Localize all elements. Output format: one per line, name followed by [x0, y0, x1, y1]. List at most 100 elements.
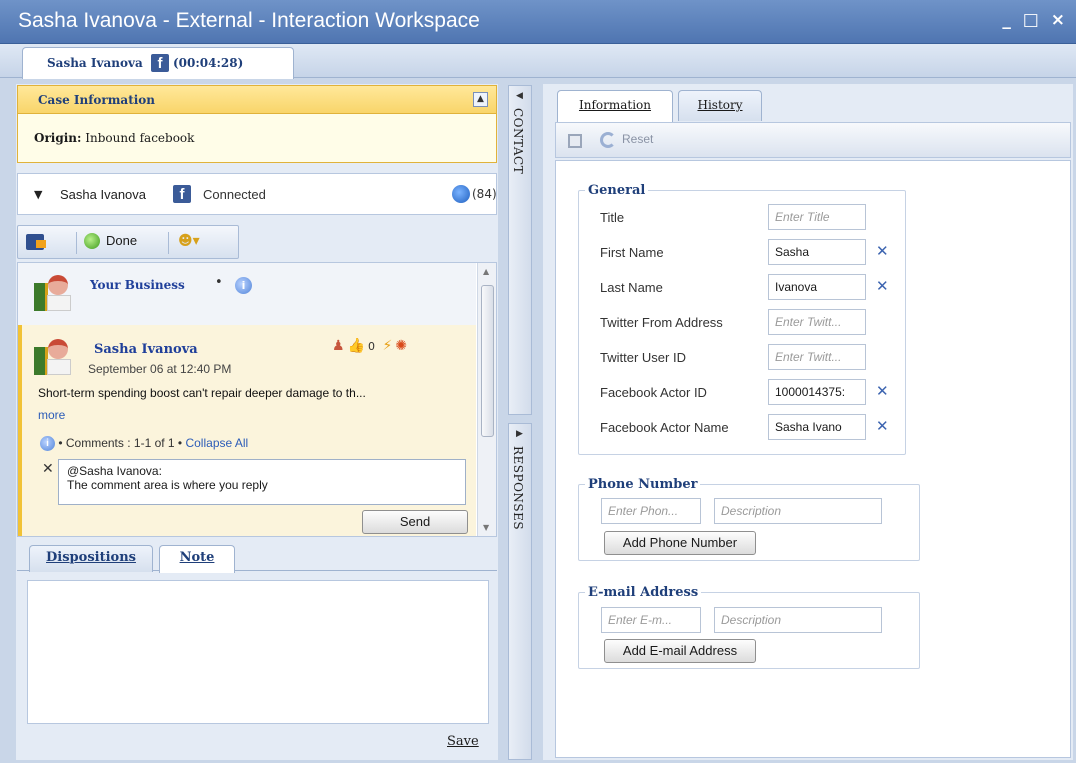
tab-history-label: History	[697, 98, 743, 112]
tab-information[interactable]: Information	[557, 90, 673, 122]
clear-icon[interactable]: ✕	[876, 417, 889, 435]
more-link[interactable]: more	[38, 408, 65, 422]
field-input[interactable]: Ivanova	[768, 274, 866, 300]
general-legend: General	[588, 183, 646, 198]
collapse-up-icon[interactable]: ▲	[473, 92, 488, 107]
responses-rail-label: RESPONSES	[511, 446, 525, 531]
add-email-address-button[interactable]: Add E-mail Address	[604, 639, 756, 663]
field-input[interactable]: Enter Twitt...	[768, 344, 866, 370]
session-tab[interactable]: Sasha Ivanova f (00:04:28)	[22, 47, 294, 79]
post-author[interactable]: Sasha Ivanova	[94, 342, 198, 357]
lightning-icon[interactable]: ⚡	[382, 338, 392, 354]
session-tab-name: Sasha Ivanova	[47, 56, 143, 70]
clear-icon[interactable]: ✕	[876, 382, 889, 400]
scrollbar-thumb[interactable]	[481, 285, 494, 437]
window-title: Sasha Ivanova - External - Interaction W…	[18, 9, 480, 32]
scroll-up-icon[interactable]: ▲	[483, 267, 489, 276]
contact-rail[interactable]: ◀ CONTACT	[508, 85, 532, 415]
tab-history[interactable]: History	[678, 90, 762, 121]
info-icon[interactable]: i	[235, 277, 252, 294]
business-post: Your Business • i	[18, 263, 476, 325]
phone-legend: Phone Number	[588, 477, 698, 492]
clear-icon[interactable]: ✕	[876, 277, 889, 295]
comments-row: i • Comments : 1-1 of 1 • Collapse All	[40, 436, 248, 452]
clock-icon	[452, 185, 470, 203]
tab-dispositions[interactable]: Dispositions	[29, 545, 153, 572]
add-phone-number-button[interactable]: Add Phone Number	[604, 531, 756, 555]
origin-row: Origin: Inbound facebook	[34, 131, 194, 145]
email-address-input[interactable]: Enter E-m...	[601, 607, 701, 633]
party-count: (84)	[472, 187, 497, 201]
field-input[interactable]: Enter Title	[768, 204, 866, 230]
done-button[interactable]: Done	[84, 232, 137, 254]
window-controls[interactable]: _ □ ×	[1002, 10, 1068, 30]
bottom-tabs: Dispositions Note	[17, 541, 497, 573]
close-icon[interactable]: ✕	[42, 461, 54, 477]
case-information-header: Case Information ▲	[18, 86, 496, 114]
block-icon[interactable]: ✺	[395, 338, 407, 354]
save-link[interactable]: Save	[447, 734, 479, 749]
post-date: September 06 at 12:40 PM	[88, 362, 232, 376]
toolbar-separator	[76, 232, 77, 254]
post-message: Short-term spending boost can't repair d…	[38, 386, 366, 400]
field-label: Twitter From Address	[600, 315, 723, 330]
customer-post: Sasha Ivanova September 06 at 12:40 PM ♟…	[18, 325, 476, 536]
interaction-toolbar: Done ☻▾	[17, 225, 239, 259]
facebook-icon: f	[173, 185, 191, 203]
separator-dot: •	[215, 275, 223, 290]
like-icon[interactable]: 👍	[348, 338, 365, 354]
field-label: Title	[600, 210, 625, 225]
business-name[interactable]: Your Business	[90, 278, 185, 292]
field-label: First Name	[600, 245, 664, 260]
phone-description-input[interactable]: Description	[714, 498, 882, 524]
feed-scrollbar[interactable]: ▲ ▼	[477, 263, 496, 536]
email-legend: E-mail Address	[588, 585, 699, 600]
contact-rail-label: CONTACT	[511, 108, 525, 175]
party-status: Connected	[203, 187, 266, 202]
field-input[interactable]: 1000014375:	[768, 379, 866, 405]
avatar	[34, 273, 72, 313]
consult-people-icon[interactable]: ☻▾	[178, 233, 200, 249]
collapse-left-icon: ◀	[516, 91, 523, 101]
like-count: 0	[368, 340, 375, 353]
reset-icon	[600, 132, 616, 148]
save-icon[interactable]	[568, 134, 582, 148]
transfer-icon[interactable]	[26, 234, 46, 250]
scroll-down-icon[interactable]: ▼	[483, 523, 489, 532]
tab-information-label: Information	[578, 98, 652, 112]
info-icon[interactable]: i	[40, 436, 55, 452]
responses-rail[interactable]: ▶ RESPONSES	[508, 423, 532, 760]
post-actions: ♟ 👍 0 ⚡ ✺	[332, 338, 410, 354]
person-icon[interactable]: ♟	[332, 338, 345, 354]
note-textarea[interactable]	[27, 580, 489, 724]
session-duration: (00:04:28)	[173, 56, 244, 70]
send-button[interactable]: Send	[362, 510, 468, 534]
expand-triangle-icon[interactable]: ▼	[34, 188, 42, 201]
field-input[interactable]: Enter Twitt...	[768, 309, 866, 335]
field-label: Facebook Actor ID	[600, 385, 707, 400]
field-label: Last Name	[600, 280, 663, 295]
checkmark-icon	[84, 232, 100, 249]
contact-form: General Phone Number Enter Phon... Descr…	[555, 160, 1071, 758]
case-information-panel: Case Information ▲ Origin: Inbound faceb…	[17, 85, 497, 163]
tab-note[interactable]: Note	[159, 545, 235, 573]
field-input[interactable]: Sasha	[768, 239, 866, 265]
clear-icon[interactable]: ✕	[876, 242, 889, 260]
phone-number-input[interactable]: Enter Phon...	[601, 498, 701, 524]
field-label: Facebook Actor Name	[600, 420, 729, 435]
reply-author: @Sasha Ivanova:	[67, 464, 162, 478]
contact-toolbar: Reset	[555, 122, 1071, 158]
field-input[interactable]: Sasha Ivano	[768, 414, 866, 440]
collapse-all-link[interactable]: Collapse All	[185, 436, 248, 450]
reset-label: Reset	[622, 132, 654, 147]
party-row: ▼ Sasha Ivanova f Connected (84)	[17, 173, 497, 215]
case-information-title: Case Information	[38, 93, 156, 107]
toolbar-separator	[168, 232, 169, 254]
email-description-input[interactable]: Description	[714, 607, 882, 633]
social-feed: Your Business • i Sasha Ivanova Septembe…	[17, 262, 497, 537]
field-label: Twitter User ID	[600, 350, 686, 365]
reply-text: The comment area is where you reply	[67, 478, 268, 492]
avatar	[34, 337, 72, 377]
reset-button[interactable]: Reset	[600, 132, 653, 148]
reply-input[interactable]: @Sasha Ivanova: The comment area is wher…	[58, 459, 466, 505]
